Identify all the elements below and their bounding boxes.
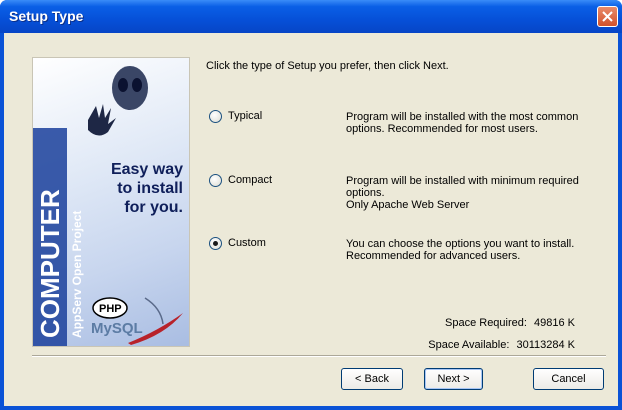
instruction-text: Click the type of Setup you prefer, then… — [206, 60, 449, 72]
next-button[interactable]: Next > — [424, 368, 483, 390]
option-compact-description: Program will be installed with minimum r… — [346, 175, 606, 211]
setup-window: Setup Type COMPUTER AppServ Open Project — [0, 0, 622, 410]
option-custom-description: You can choose the options you want to i… — [346, 238, 606, 262]
space-available-label: Space Available: — [428, 339, 510, 351]
php-logo: PHP — [99, 303, 122, 315]
space-required: Space Required: 49816 K — [445, 317, 575, 329]
description-line: Program will be installed with the most … — [346, 111, 579, 123]
option-compact-label[interactable]: Compact — [228, 174, 272, 186]
description-line: options. — [346, 187, 385, 199]
window-title: Setup Type — [9, 8, 84, 24]
space-required-value: 49816 K — [534, 317, 575, 329]
banner-line-3: for you. — [124, 199, 183, 216]
space-available: Space Available: 30113284 K — [428, 339, 575, 351]
banner-subtitle: AppServ Open Project — [70, 211, 84, 338]
radio-compact[interactable] — [209, 174, 222, 187]
option-typical-label[interactable]: Typical — [228, 110, 262, 122]
space-available-value: 30113284 K — [516, 339, 575, 351]
appserv-banner: COMPUTER AppServ Open Project PHP MySQL … — [32, 57, 190, 347]
banner-brand: COMPUTER — [35, 189, 65, 338]
description-line: options. Recommended for most users. — [346, 123, 538, 135]
radio-custom[interactable] — [209, 237, 222, 250]
title-bar[interactable]: Setup Type — [0, 0, 622, 33]
banner-line-2: to install — [117, 180, 183, 197]
close-icon — [602, 11, 613, 22]
dialog-body: COMPUTER AppServ Open Project PHP MySQL … — [4, 33, 618, 406]
description-line: Program will be installed with minimum r… — [346, 175, 579, 187]
option-typical-description: Program will be installed with the most … — [346, 111, 606, 135]
description-line: You can choose the options you want to i… — [346, 238, 575, 250]
space-required-label: Space Required: — [445, 317, 527, 329]
description-line: Only Apache Web Server — [346, 199, 470, 211]
back-button[interactable]: < Back — [341, 368, 403, 390]
banner-line-1: Easy way — [110, 161, 183, 178]
radio-typical[interactable] — [209, 110, 222, 123]
divider — [32, 355, 606, 357]
description-line: Recommended for advanced users. — [346, 250, 521, 262]
cancel-button[interactable]: Cancel — [533, 368, 604, 390]
mysql-logo: MySQL — [91, 320, 143, 337]
option-custom-label[interactable]: Custom — [228, 237, 266, 249]
close-button[interactable] — [597, 6, 618, 27]
